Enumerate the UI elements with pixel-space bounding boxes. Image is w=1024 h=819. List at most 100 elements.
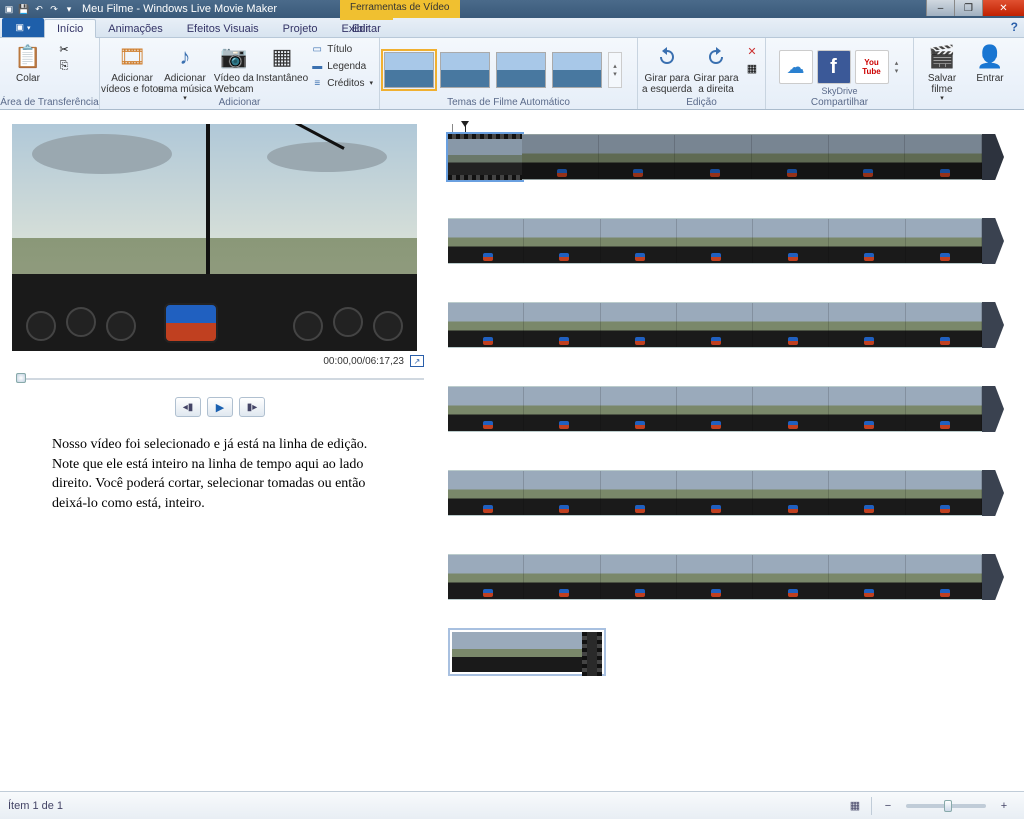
clip-row-7[interactable]	[448, 628, 606, 676]
close-button[interactable]: ✕	[982, 0, 1024, 16]
facebook-icon: f	[830, 56, 837, 79]
signin-button[interactable]: 👤 Entrar	[966, 41, 1014, 86]
save-movie-button[interactable]: 🎬 Salvar filme ▾	[918, 41, 966, 105]
help-icon[interactable]: ?	[1011, 20, 1018, 34]
qat-redo-icon[interactable]: ↷	[47, 2, 61, 16]
caption-button[interactable]: ▬Legenda	[308, 58, 375, 74]
file-menu-button[interactable]: ▣	[2, 18, 44, 37]
clip-continue-icon	[982, 470, 1004, 516]
prev-frame-button[interactable]: ◂▮	[175, 397, 201, 417]
time-display: 00:00,00/06:17,23	[323, 356, 404, 367]
group-add-label: Adicionar	[100, 97, 379, 108]
ribbon: 📋 Colar ✂ ⎘ Área de Transferência 🎞 Adic…	[0, 38, 1024, 110]
workspace: 00:00,00/06:17,23 ↗ ◂▮ ▶ ▮▸ Nosso vídeo …	[0, 110, 1024, 791]
paste-button[interactable]: 📋 Colar	[4, 41, 52, 86]
zoom-in-button[interactable]: +	[994, 797, 1014, 815]
add-videos-button[interactable]: 🎞 Adicionar vídeos e fotos	[104, 41, 160, 97]
tab-editar[interactable]: Editar	[340, 18, 393, 37]
quick-access: ▣ 💾 ↶ ↷ ▾	[2, 2, 76, 16]
rotate-right-button[interactable]: Girar para a direita	[692, 41, 740, 97]
group-clipboard-label: Área de Transferência	[0, 97, 99, 108]
seek-bar[interactable]	[12, 369, 428, 387]
share-facebook[interactable]: f	[817, 50, 851, 84]
save-movie-icon: 🎬	[928, 43, 956, 71]
caption-icon: ▬	[310, 59, 324, 73]
clip-continue-icon	[982, 302, 1004, 348]
theme-thumb-2[interactable]	[440, 52, 490, 88]
select-icon: ▦	[747, 62, 757, 75]
preview-pane: 00:00,00/06:17,23 ↗ ◂▮ ▶ ▮▸ Nosso vídeo …	[0, 110, 438, 791]
status-item-count: Ítem 1 de 1	[8, 800, 63, 812]
credits-button[interactable]: ≡Créditos▾	[308, 75, 375, 91]
annotation-text: Nosso vídeo foi selecionado e já está na…	[12, 435, 428, 513]
group-themes-label: Temas de Filme Automático	[380, 97, 637, 108]
minimize-button[interactable]: –	[926, 0, 954, 16]
clipboard-icon: 📋	[14, 43, 42, 71]
maximize-button[interactable]: ❐	[954, 0, 982, 16]
clip-row-2[interactable]	[448, 218, 1004, 264]
filmstrip-icon: 🎞	[118, 43, 146, 71]
qat-undo-icon[interactable]: ↶	[32, 2, 46, 16]
rotate-right-icon	[702, 43, 730, 71]
x-icon: ✕	[747, 45, 756, 58]
qat-dropdown-icon[interactable]: ▾	[62, 2, 76, 16]
select-all-button[interactable]: ▦	[743, 60, 761, 76]
clip-row-3[interactable]	[448, 302, 1004, 348]
share-skydrive[interactable]: ☁	[779, 50, 813, 84]
theme-thumb-3[interactable]	[496, 52, 546, 88]
clip-continue-icon	[982, 134, 1004, 180]
window-title: Meu Filme - Windows Live Movie Maker	[82, 3, 277, 15]
tab-projeto[interactable]: Projeto	[271, 20, 330, 37]
tab-animacoes[interactable]: Animações	[96, 20, 174, 37]
clip-row-5[interactable]	[448, 470, 1004, 516]
theme-thumb-1[interactable]	[384, 52, 434, 88]
clip-continue-icon	[982, 554, 1004, 600]
skydrive-icon: ☁	[787, 57, 805, 78]
webcam-button[interactable]: 📷 Vídeo da Webcam	[210, 41, 258, 97]
clip-row-4[interactable]	[448, 386, 1004, 432]
tab-inicio[interactable]: Início	[44, 19, 96, 38]
share-youtube[interactable]: YouTube	[855, 50, 889, 84]
copy-icon: ⎘	[60, 60, 69, 73]
title-button[interactable]: ▭Título	[308, 41, 375, 57]
theme-gallery-more[interactable]: ▴▾	[608, 52, 622, 88]
zoom-slider[interactable]	[906, 804, 986, 808]
scissors-icon: ✂	[59, 43, 68, 56]
signin-icon: 👤	[976, 43, 1004, 71]
clip-row-1[interactable]	[448, 134, 1004, 180]
rotate-left-button[interactable]: Girar para a esquerda	[642, 41, 692, 97]
cut-button[interactable]: ✂	[55, 41, 73, 57]
title-icon: ▭	[310, 42, 324, 56]
delete-button[interactable]: ✕	[743, 43, 761, 59]
group-share-label: Compartilhar	[766, 97, 913, 108]
add-music-button[interactable]: ♪ Adicionar uma música ▾	[160, 41, 210, 105]
group-edit-label: Edição	[638, 97, 765, 108]
timeline-ruler[interactable]	[452, 124, 1004, 132]
credits-icon: ≡	[310, 76, 324, 90]
fullscreen-button[interactable]: ↗	[410, 355, 424, 367]
clip-continue-icon	[982, 386, 1004, 432]
clip-filmstrip-icon	[448, 134, 522, 180]
clip-continue-icon	[982, 218, 1004, 264]
view-thumbnails-button[interactable]: ▦	[845, 797, 865, 815]
video-preview[interactable]	[12, 124, 417, 351]
status-bar: Ítem 1 de 1 ▦ − +	[0, 791, 1024, 819]
webcam-icon: 📷	[220, 43, 248, 71]
ribbon-tabs: ▣ Início Animações Efeitos Visuais Proje…	[0, 18, 1024, 38]
snapshot-icon: ▦	[268, 43, 296, 71]
youtube-icon: YouTube	[862, 58, 881, 76]
contextual-tab-label: Ferramentas de Vídeo	[340, 0, 460, 18]
theme-thumb-4[interactable]	[552, 52, 602, 88]
play-button[interactable]: ▶	[207, 397, 233, 417]
title-bar: ▣ 💾 ↶ ↷ ▾ Meu Filme - Windows Live Movie…	[0, 0, 1024, 18]
next-frame-button[interactable]: ▮▸	[239, 397, 265, 417]
zoom-out-button[interactable]: −	[878, 797, 898, 815]
copy-button[interactable]: ⎘	[55, 58, 73, 74]
rotate-left-icon	[653, 43, 681, 71]
timeline-pane[interactable]	[438, 110, 1024, 791]
clip-row-6[interactable]	[448, 554, 1004, 600]
qat-save-icon[interactable]: 💾	[17, 2, 31, 16]
tab-efeitos[interactable]: Efeitos Visuais	[175, 20, 271, 37]
snapshot-button[interactable]: ▦ Instantâneo	[258, 41, 306, 86]
qat-icon[interactable]: ▣	[2, 2, 16, 16]
